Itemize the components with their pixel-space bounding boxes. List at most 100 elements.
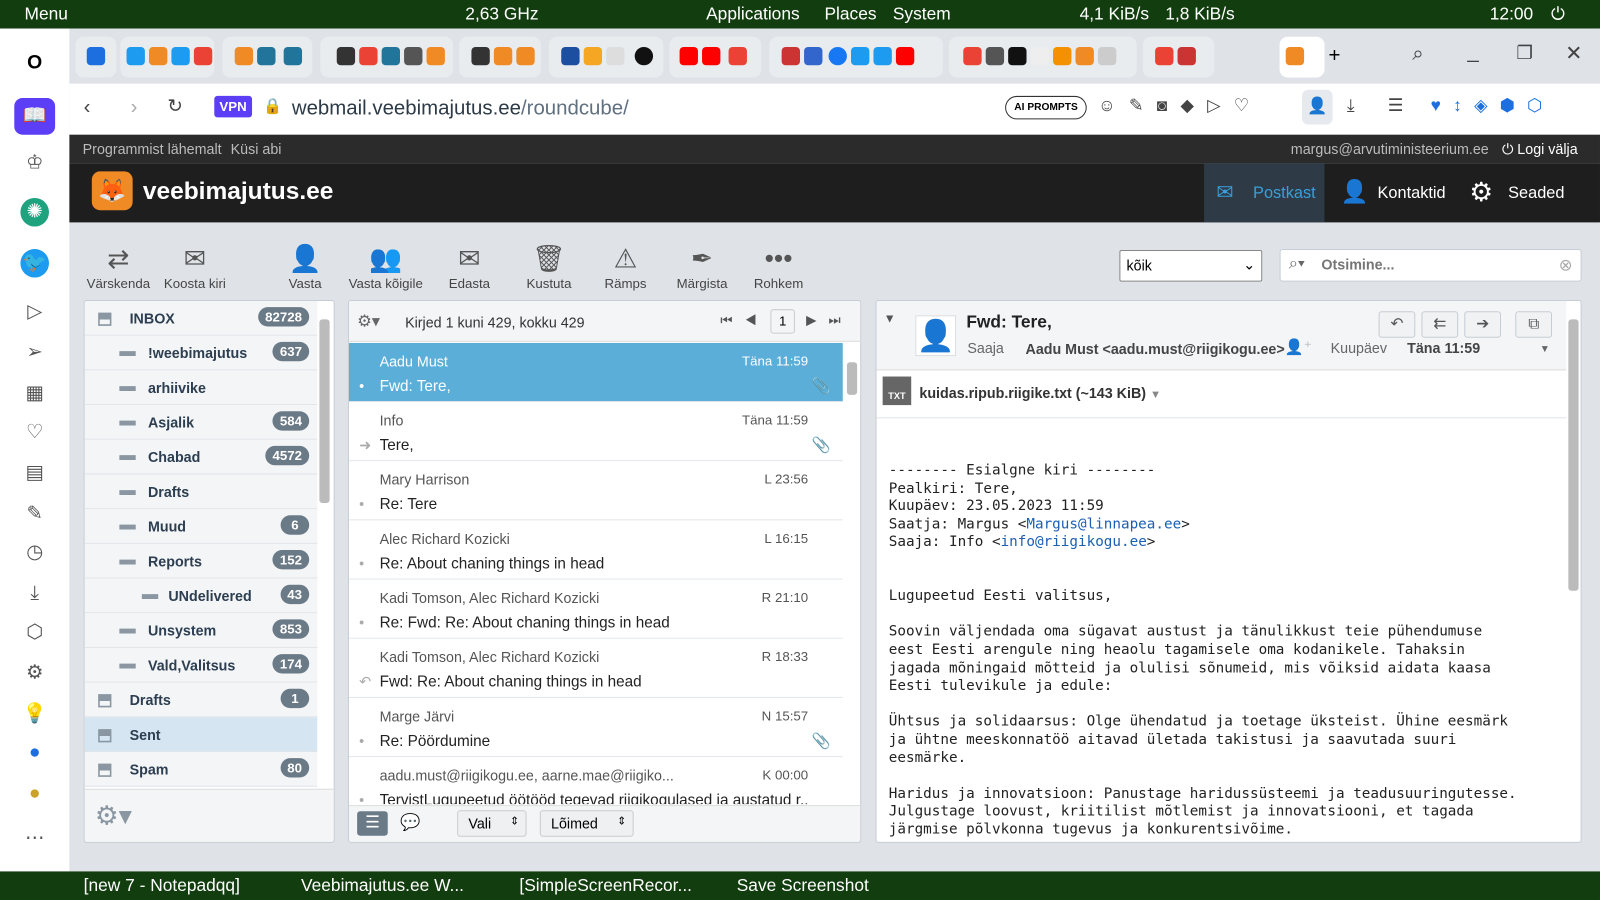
- lock-icon[interactable]: 🔒: [263, 97, 282, 115]
- apps-icon[interactable]: ▦: [20, 380, 49, 409]
- task-browser[interactable]: Veebimajutus.ee W...: [301, 876, 464, 896]
- tab-group[interactable]: [320, 36, 454, 78]
- forward-button[interactable]: ›: [131, 96, 138, 119]
- message-row[interactable]: • Alec Richard Kozicki L 16:15 Re: About ch…: [348, 520, 843, 580]
- crown-icon[interactable]: ♔: [20, 149, 49, 178]
- folder-item[interactable]: ▬ Muud 6: [84, 509, 318, 544]
- search-input[interactable]: [1321, 256, 1546, 273]
- chatgpt-icon[interactable]: ✺: [20, 197, 49, 227]
- message-row[interactable]: • Kadi Tomson, Alec Richard Kozicki R 21:1…: [348, 579, 843, 639]
- scroll-thumb[interactable]: [1568, 319, 1579, 591]
- extension-icon[interactable]: ●: [20, 780, 49, 809]
- menu-button[interactable]: Menu: [24, 4, 67, 24]
- folder-item[interactable]: ▬ Asjalik 584: [84, 405, 318, 440]
- pagination-next-last[interactable]: ▶⏭: [806, 312, 853, 328]
- places-menu[interactable]: Places: [824, 4, 876, 24]
- logout-button[interactable]: ⏻ Logi välja: [1502, 141, 1578, 158]
- chevron-down-icon[interactable]: ▼: [1150, 389, 1161, 401]
- thread-view-icon[interactable]: 💬: [400, 812, 420, 832]
- ai-prompts-button[interactable]: AI PROMPTS: [1005, 95, 1087, 120]
- mark-button[interactable]: ✒ Märgista: [666, 241, 737, 291]
- about-link[interactable]: Programmist lähemalt: [83, 141, 222, 157]
- reply-button[interactable]: 👤 Vasta: [269, 241, 340, 291]
- task-recorder[interactable]: [SimpleScreenRecor...: [519, 876, 692, 896]
- message-row[interactable]: • Mary Harrison L 23:56 Re: Tere: [348, 461, 843, 521]
- open-new-window-icon[interactable]: ⧉: [1515, 311, 1553, 338]
- vpn-badge[interactable]: VPN: [214, 95, 252, 118]
- to-address[interactable]: Aadu Must <aadu.must@riigikogu.ee>: [1026, 341, 1285, 357]
- search-tabs-icon[interactable]: ⌕: [1412, 43, 1423, 66]
- tab-active[interactable]: [1279, 36, 1325, 78]
- folder-item[interactable]: ⬒ Spam 80: [84, 752, 318, 787]
- help-link[interactable]: Küsi abi: [231, 141, 282, 157]
- close-window-button[interactable]: ✕: [1565, 41, 1582, 67]
- url-field[interactable]: webmail.veebimajutus.ee/roundcube/: [292, 97, 629, 120]
- download-icon[interactable]: ⤓: [1347, 96, 1355, 116]
- folder-item[interactable]: ▬ UNdelivered 43: [84, 578, 318, 614]
- tab-group[interactable]: [548, 36, 664, 78]
- folder-item[interactable]: ⬒ Sent: [84, 717, 318, 753]
- folder-item[interactable]: ▬ Vald,Valitsus 174: [84, 647, 318, 683]
- player-icon[interactable]: ▷: [20, 298, 49, 327]
- list-options-icon[interactable]: ⚙▾: [357, 311, 380, 331]
- message-row[interactable]: ↶ Kadi Tomson, Alec Richard Kozicki R 18:3…: [348, 638, 843, 698]
- junk-button[interactable]: ⚠ Rämps: [590, 241, 661, 291]
- page-number[interactable]: 1: [770, 309, 795, 334]
- logo-text[interactable]: veebimajutus.ee: [143, 178, 334, 207]
- folder-settings-icon[interactable]: ⚙▾: [95, 800, 132, 832]
- tab-group[interactable]: [1142, 36, 1215, 78]
- reply-all-button[interactable]: 👥 Vasta kõigile: [343, 241, 429, 291]
- minimize-button[interactable]: _: [1467, 41, 1478, 64]
- applications-menu[interactable]: Applications: [706, 4, 800, 24]
- list-scrollbar[interactable]: [846, 348, 858, 801]
- pagination-first-prev[interactable]: ⏮◀: [720, 312, 768, 328]
- scroll-thumb[interactable]: [319, 319, 330, 504]
- reload-button[interactable]: ↻: [167, 96, 182, 117]
- forward-button[interactable]: ✉ Edasta: [434, 241, 505, 291]
- tab[interactable]: [75, 36, 117, 78]
- tab-group[interactable]: [948, 36, 1137, 78]
- filter-select[interactable]: kõik ⌄: [1119, 249, 1263, 282]
- system-menu[interactable]: System: [893, 4, 951, 24]
- new-tab-button[interactable]: +: [1329, 45, 1341, 68]
- clock[interactable]: 12:00: [1490, 4, 1533, 24]
- folder-scrollbar[interactable]: [319, 305, 330, 785]
- clear-search-icon[interactable]: ⊗: [1559, 255, 1573, 275]
- history-icon[interactable]: ◷: [20, 539, 49, 568]
- twitter-icon[interactable]: 🐦: [20, 248, 49, 278]
- tab-group[interactable]: [222, 36, 313, 78]
- collapse-header-icon[interactable]: ▼: [884, 311, 896, 325]
- folder-item[interactable]: ▬ Drafts: [84, 474, 318, 510]
- message-row[interactable]: • Marge Järvi N 15:57 Re: Pöördumine 📎: [348, 697, 843, 758]
- bulb-icon[interactable]: 💡: [20, 700, 49, 729]
- list-view-icon[interactable]: ☰: [357, 811, 388, 836]
- reader-icon[interactable]: 📖: [14, 97, 56, 135]
- preview-scrollbar[interactable]: [1568, 305, 1579, 840]
- forward-icon[interactable]: ➔: [1464, 311, 1502, 338]
- chat-icon[interactable]: ●: [20, 739, 49, 768]
- folder-item[interactable]: ⬒ Drafts 1: [84, 682, 318, 718]
- folder-item[interactable]: ⬒ INBOX 82728: [84, 301, 318, 336]
- folder-item[interactable]: ▬ Chabad 4572: [84, 439, 318, 475]
- from-email-link[interactable]: Margus@linnapea.ee: [1026, 516, 1181, 532]
- tab-group[interactable]: [669, 36, 762, 78]
- reply-icon[interactable]: ↶: [1378, 311, 1416, 338]
- task-screenshot[interactable]: Save Screenshot: [737, 876, 869, 896]
- heart-icon[interactable]: ♡: [20, 418, 49, 447]
- back-button[interactable]: ‹: [84, 96, 91, 119]
- profile-icon[interactable]: 👤: [1302, 89, 1333, 125]
- edit-icon[interactable]: ✎: [20, 500, 49, 529]
- news-icon[interactable]: ▤: [20, 459, 49, 488]
- tab-group[interactable]: [120, 36, 215, 78]
- reply-all-icon[interactable]: ⇇: [1421, 311, 1459, 338]
- toolbar-icons[interactable]: ☺✎◙◆▷♡: [1098, 96, 1263, 116]
- search-box[interactable]: ⌕▾ ⊗: [1279, 248, 1582, 282]
- more-button[interactable]: ••• Rohkem: [743, 241, 814, 291]
- select-dropdown[interactable]: Vali ⇕: [457, 810, 527, 837]
- delete-button[interactable]: 🗑 Kustuta: [513, 241, 584, 291]
- easy-setup-icon[interactable]: ☰: [1388, 96, 1404, 116]
- nav-mail[interactable]: ✉ Postkast: [1204, 163, 1325, 223]
- download-icon[interactable]: ⤓: [20, 580, 49, 609]
- message-row[interactable]: • Aadu Must Täna 11:59 Fwd: Tere, 📎: [348, 342, 843, 403]
- task-notepadqq[interactable]: [new 7 - Notepadqq]: [84, 876, 240, 896]
